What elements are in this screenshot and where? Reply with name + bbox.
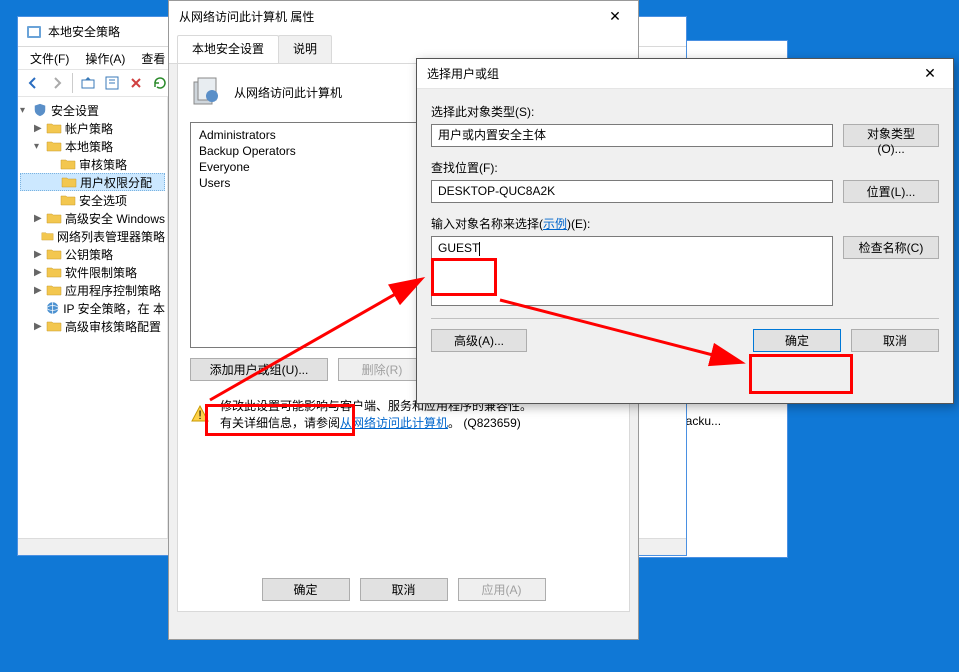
globe-icon	[45, 301, 60, 315]
menu-action[interactable]: 操作(A)	[79, 48, 131, 69]
tree-item[interactable]: 网络列表管理器策略	[20, 227, 165, 245]
add-user-group-button[interactable]: 添加用户或组(U)...	[190, 358, 328, 381]
delete-button[interactable]	[125, 72, 147, 94]
app-icon	[26, 24, 42, 40]
tab-local-security[interactable]: 本地安全设置	[177, 35, 279, 63]
check-names-button[interactable]: 检查名称(C)	[843, 236, 939, 259]
folder-icon	[46, 211, 62, 225]
tree-item[interactable]: 用户权限分配	[20, 173, 165, 191]
tree-item[interactable]: ▾本地策略	[20, 137, 165, 155]
svg-text:!: !	[198, 408, 201, 422]
back-button[interactable]	[22, 72, 44, 94]
folder-icon	[46, 139, 62, 153]
select-user-group-dialog: 选择用户或组 ✕ 选择此对象类型(S): 用户或内置安全主体 对象类型(O)..…	[416, 58, 954, 404]
menu-view[interactable]: 查看	[135, 48, 171, 69]
help-link[interactable]: 从网络访问此计算机	[340, 416, 448, 430]
object-type-field: 用户或内置安全主体	[431, 124, 833, 147]
close-button[interactable]: ✕	[907, 59, 953, 89]
object-names-input[interactable]: GUEST	[431, 236, 833, 306]
tree-item[interactable]: 安全选项	[20, 191, 165, 209]
dialog-title: 选择用户或组	[427, 65, 499, 82]
apply-button: 应用(A)	[458, 578, 546, 601]
locations-button[interactable]: 位置(L)...	[843, 180, 939, 203]
tab-explain[interactable]: 说明	[278, 35, 332, 63]
folder-icon	[46, 265, 62, 279]
dialog-title: 从网络访问此计算机 属性	[179, 8, 314, 25]
tree-item[interactable]: ▶公钥策略	[20, 245, 165, 263]
properties-button[interactable]	[101, 72, 123, 94]
props-titlebar[interactable]: 从网络访问此计算机 属性 ✕	[169, 1, 638, 31]
folder-icon	[60, 193, 76, 207]
folder-icon	[46, 283, 62, 297]
forward-button[interactable]	[46, 72, 68, 94]
folder-icon	[46, 247, 62, 261]
folder-icon	[61, 175, 77, 189]
tree-item[interactable]: ▶高级审核策略配置	[20, 317, 165, 335]
advanced-button[interactable]: 高级(A)...	[431, 329, 527, 352]
tree-root[interactable]: ▾ 安全设置	[20, 101, 165, 119]
select-titlebar[interactable]: 选择用户或组 ✕	[417, 59, 953, 89]
close-button[interactable]: ✕	[592, 1, 638, 31]
tree-item[interactable]: ▶应用程序控制策略	[20, 281, 165, 299]
policy-name: 从网络访问此计算机	[234, 84, 342, 101]
tree-item[interactable]: ▶帐户策略	[20, 119, 165, 137]
examples-link[interactable]: 示例	[543, 217, 567, 231]
folder-icon	[60, 157, 76, 171]
location-label: 查找位置(F):	[431, 159, 939, 176]
location-field: DESKTOP-QUC8A2K	[431, 180, 833, 203]
names-label: 输入对象名称来选择(示例)(E):	[431, 215, 939, 232]
folder-icon	[46, 121, 62, 135]
shield-icon	[32, 103, 48, 117]
object-type-label: 选择此对象类型(S):	[431, 103, 939, 120]
remove-button: 删除(R)	[338, 358, 426, 381]
ok-button[interactable]: 确定	[753, 329, 841, 352]
folder-icon	[41, 229, 54, 243]
policy-icon	[190, 76, 222, 108]
tree-item[interactable]: 审核策略	[20, 155, 165, 173]
tree-item[interactable]: ▶高级安全 Windows	[20, 209, 165, 227]
folder-icon	[46, 319, 62, 333]
tree-item[interactable]: IP 安全策略，在 本	[20, 299, 165, 317]
tree-item[interactable]: ▶软件限制策略	[20, 263, 165, 281]
tree-view[interactable]: ▾ 安全设置 ▶帐户策略▾本地策略审核策略用户权限分配安全选项▶高级安全 Win…	[18, 97, 168, 555]
warning-icon: !	[190, 397, 210, 431]
up-button[interactable]	[77, 72, 99, 94]
cancel-button[interactable]: 取消	[851, 329, 939, 352]
ok-button[interactable]: 确定	[262, 578, 350, 601]
object-types-button[interactable]: 对象类型(O)...	[843, 124, 939, 147]
menu-file[interactable]: 文件(F)	[24, 48, 75, 69]
cancel-button[interactable]: 取消	[360, 578, 448, 601]
window-title: 本地安全策略	[48, 23, 120, 40]
